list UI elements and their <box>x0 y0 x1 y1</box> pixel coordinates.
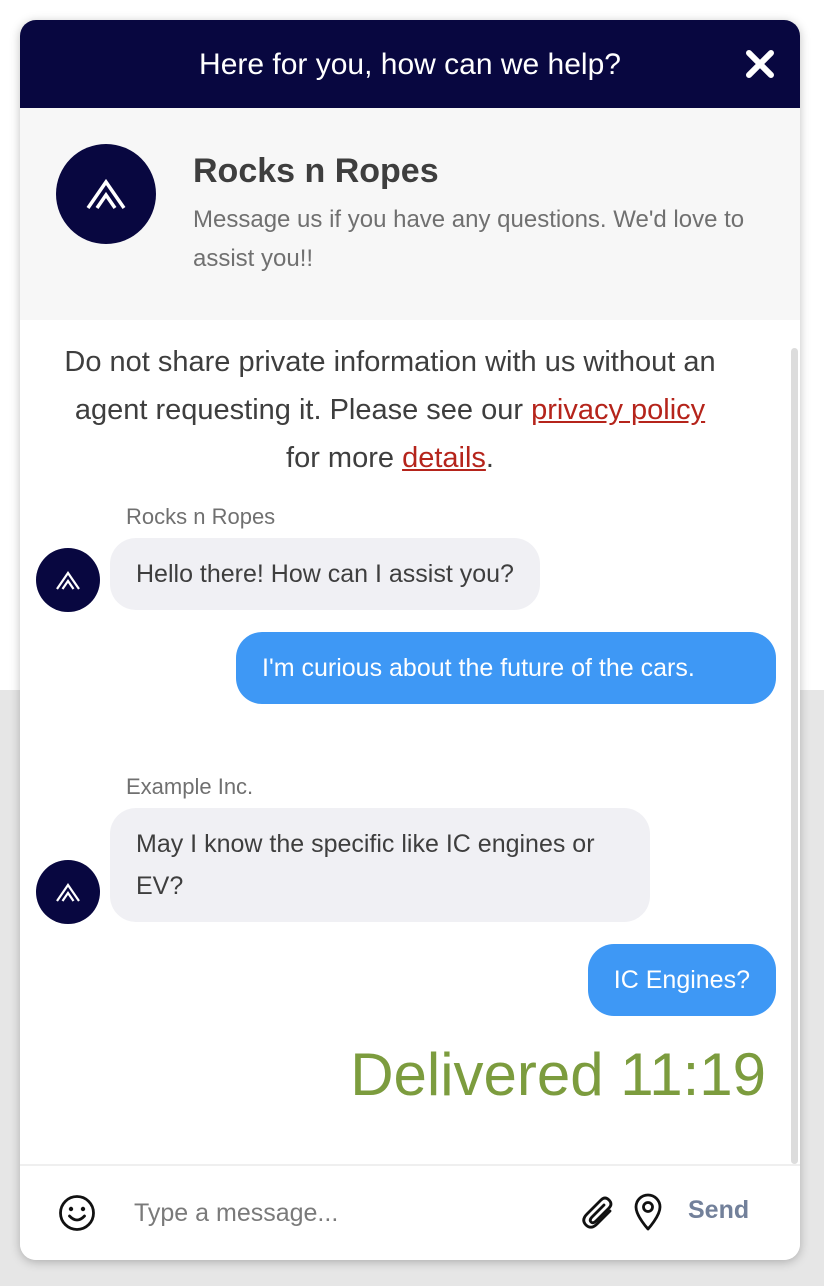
chat-widget: Here for you, how can we help? Rocks n R… <box>20 20 800 1260</box>
message-list[interactable]: Do not share private information with us… <box>20 320 800 1164</box>
close-icon <box>746 50 774 78</box>
smiley-icon <box>59 1195 95 1231</box>
outgoing-message-bubble: I'm curious about the future of the cars… <box>236 632 776 704</box>
privacy-notice: Do not share private information with us… <box>60 338 720 482</box>
message-input[interactable] <box>132 1186 556 1240</box>
business-profile: Rocks n Ropes Message us if you have any… <box>20 108 800 320</box>
brand-logo-icon <box>56 571 80 590</box>
business-name: Rocks n Ropes <box>193 152 439 190</box>
brand-logo-icon <box>56 883 80 902</box>
emoji-button[interactable] <box>58 1194 96 1232</box>
header-title: Here for you, how can we help? <box>199 48 621 81</box>
chat-header: Here for you, how can we help? <box>20 20 800 108</box>
outgoing-message-bubble: IC Engines? <box>587 944 776 1016</box>
privacy-policy-link[interactable]: privacy policy <box>531 394 705 426</box>
sender-name: Rocks n Ropes <box>126 504 276 529</box>
attach-button[interactable] <box>580 1194 618 1232</box>
send-button[interactable]: Send <box>688 1196 749 1225</box>
brand-logo-icon <box>86 178 126 209</box>
business-description: Message us if you have any questions. We… <box>193 206 745 272</box>
incoming-message-bubble: Hello there! How can I assist you? <box>110 538 540 610</box>
agent-avatar <box>36 548 100 612</box>
paperclip-icon <box>582 1196 613 1229</box>
details-link[interactable]: details <box>402 442 486 474</box>
delivery-status: Delivered 11:19 <box>350 1041 766 1108</box>
location-pin-icon <box>634 1193 662 1231</box>
notice-text-middle: for more <box>286 442 403 474</box>
notice-text-end: . <box>485 442 494 474</box>
close-button[interactable] <box>744 48 776 80</box>
sender-name: Example Inc. <box>126 774 254 799</box>
message-composer: Send <box>20 1164 800 1260</box>
location-button[interactable] <box>632 1192 664 1232</box>
scrollbar[interactable] <box>791 348 798 1164</box>
agent-avatar <box>36 860 100 924</box>
brand-logo <box>56 144 156 244</box>
incoming-message-bubble: May I know the specific like IC engines … <box>110 808 650 922</box>
